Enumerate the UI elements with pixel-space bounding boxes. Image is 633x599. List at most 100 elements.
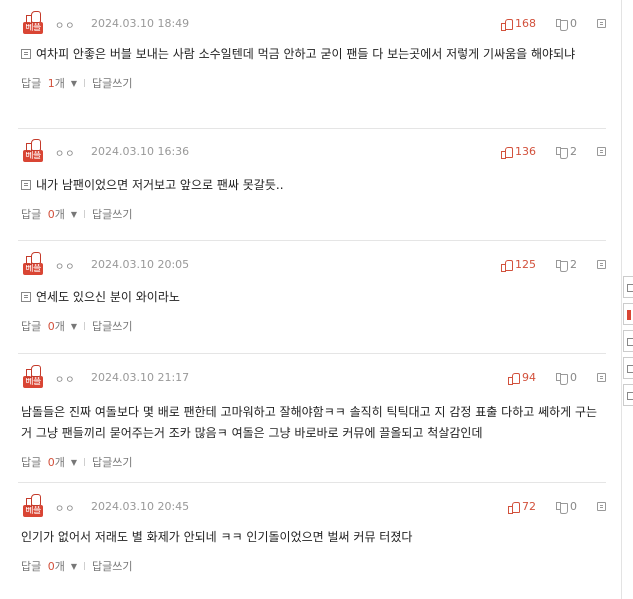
- best-badge: 베플: [21, 364, 45, 388]
- upvote-count: 125: [515, 258, 536, 271]
- comment-footer: 답글 0개 ▼ 답글쓰기: [18, 308, 606, 344]
- reply-count: 1: [47, 77, 55, 90]
- report-icon[interactable]: [597, 147, 606, 156]
- report-icon[interactable]: [597, 502, 606, 511]
- side-button-active[interactable]: [623, 303, 633, 325]
- document-icon: [21, 180, 31, 190]
- author-nick[interactable]: ㅇㅇ: [55, 17, 75, 32]
- divider: [84, 458, 86, 466]
- reply-label: 답글: [21, 77, 42, 90]
- reply-label: 답글: [21, 208, 42, 221]
- write-reply-button[interactable]: 답글쓰기: [92, 75, 132, 91]
- thumbs-down-icon: [556, 18, 568, 31]
- comment-header: 베플 ㅇㅇ 2024.03.10 21:17 94 0: [18, 356, 606, 388]
- divider: [84, 562, 86, 570]
- upvote-count: 168: [515, 17, 536, 30]
- comment-body: 남돌들은 진짜 여돌보다 몇 배로 팬한테 고마워하고 잘해야함ㅋㅋ 솔직히 틱…: [18, 402, 606, 444]
- comment-text: 연세도 있으신 분이 와이라노: [36, 290, 180, 304]
- downvote-button[interactable]: 0: [556, 500, 577, 514]
- best-badge: 베플: [21, 493, 45, 517]
- downvote-count: 0: [570, 371, 577, 384]
- downvote-button[interactable]: 0: [556, 17, 577, 31]
- comment-date: 2024.03.10 20:45: [91, 500, 190, 513]
- best-badge: 베플: [21, 10, 45, 34]
- comment-text: 남돌들은 진짜 여돌보다 몇 배로 팬한테 고마워하고 잘해야함ㅋㅋ 솔직히 틱…: [21, 405, 598, 440]
- reply-count: 0: [47, 320, 55, 333]
- downvote-count: 2: [570, 145, 577, 158]
- comment-footer: 답글 0개 ▼ 답글쓰기: [18, 196, 606, 232]
- comment-text: 내가 남팬이었으면 저거보고 앞으로 팬싸 못갈듯..: [36, 178, 284, 192]
- author-nick[interactable]: ㅇㅇ: [55, 258, 75, 273]
- comment-body: 내가 남팬이었으면 저거보고 앞으로 팬싸 못갈듯..: [18, 175, 606, 196]
- caret-down-icon[interactable]: ▼: [71, 79, 77, 88]
- downvote-button[interactable]: 2: [556, 145, 577, 159]
- caret-down-icon[interactable]: ▼: [71, 322, 77, 331]
- thumbs-up-icon: [508, 501, 520, 514]
- upvote-button[interactable]: 168: [501, 17, 536, 31]
- side-button[interactable]: [623, 276, 633, 298]
- comment-text: 여차피 안좋은 버블 보내는 사람 소수일텐데 먹금 안하고 굳이 팬들 다 보…: [36, 47, 576, 61]
- report-icon[interactable]: [597, 19, 606, 28]
- best-badge: 베플: [21, 138, 45, 162]
- comment-header: 베플 ㅇㅇ 2024.03.10 16:36 136 2: [18, 130, 606, 162]
- comment-footer: 답글 0개 ▼ 답글쓰기: [18, 444, 606, 480]
- caret-down-icon[interactable]: ▼: [71, 458, 77, 467]
- comment-text: 인기가 없어서 저래도 별 화제가 안되네 ㅋㅋ 인기돌이었으면 벌써 커뮤 터…: [21, 530, 413, 544]
- reply-label: 답글: [21, 560, 42, 573]
- reply-toggle[interactable]: 답글 0개: [21, 558, 65, 574]
- upvote-count: 136: [515, 145, 536, 158]
- reply-count: 0: [47, 560, 55, 573]
- comment-footer: 답글 0개 ▼ 답글쓰기: [18, 548, 606, 584]
- reply-toggle[interactable]: 답글 0개: [21, 206, 65, 222]
- comment-item: 베플 ㅇㅇ 2024.03.10 16:36 136 2 내가 남팬이었으면 저…: [18, 130, 606, 241]
- thumbs-up-icon: [501, 18, 513, 31]
- comment-date: 2024.03.10 16:36: [91, 145, 190, 158]
- write-reply-button[interactable]: 답글쓰기: [92, 206, 132, 222]
- upvote-button[interactable]: 125: [501, 258, 536, 272]
- downvote-count: 2: [570, 258, 577, 271]
- reply-count-suffix: 개: [54, 560, 65, 573]
- divider: [84, 79, 86, 87]
- reply-count-suffix: 개: [54, 77, 65, 90]
- reply-toggle[interactable]: 답글 0개: [21, 318, 65, 334]
- write-reply-button[interactable]: 답글쓰기: [92, 558, 132, 574]
- reply-count-suffix: 개: [54, 456, 65, 469]
- downvote-button[interactable]: 2: [556, 258, 577, 272]
- caret-down-icon[interactable]: ▼: [71, 562, 77, 571]
- reply-toggle[interactable]: 답글 0개: [21, 454, 65, 470]
- report-icon[interactable]: [597, 373, 606, 382]
- comment-date: 2024.03.10 21:17: [91, 371, 190, 384]
- comment-header: 베플 ㅇㅇ 2024.03.10 18:49 168 0: [18, 2, 606, 34]
- comment-item: 베플 ㅇㅇ 2024.03.10 21:17 94 0 남돌들은 진짜 여돌보다…: [18, 356, 606, 483]
- comment-header: 베플 ㅇㅇ 2024.03.10 20:05 125 2: [18, 243, 606, 275]
- upvote-count: 72: [522, 500, 536, 513]
- upvote-button[interactable]: 72: [508, 500, 536, 514]
- reply-count: 0: [47, 208, 55, 221]
- author-nick[interactable]: ㅇㅇ: [55, 145, 75, 160]
- upvote-button[interactable]: 136: [501, 145, 536, 159]
- side-button[interactable]: [623, 384, 633, 406]
- side-button[interactable]: [623, 330, 633, 352]
- thumbs-up-icon: [508, 372, 520, 385]
- reply-count-suffix: 개: [54, 208, 65, 221]
- downvote-count: 0: [570, 17, 577, 30]
- comment-section: 베플 ㅇㅇ 2024.03.10 18:49 168 0 여차피 안좋은 버블 …: [0, 0, 633, 599]
- thumbs-down-icon: [556, 259, 568, 272]
- caret-down-icon[interactable]: ▼: [71, 210, 77, 219]
- report-icon[interactable]: [597, 260, 606, 269]
- thumbs-down-icon: [556, 146, 568, 159]
- write-reply-button[interactable]: 답글쓰기: [92, 318, 132, 334]
- divider: [84, 322, 86, 330]
- author-nick[interactable]: ㅇㅇ: [55, 500, 75, 515]
- downvote-button[interactable]: 0: [556, 371, 577, 385]
- divider: [84, 210, 86, 218]
- document-icon: [21, 49, 31, 59]
- upvote-button[interactable]: 94: [508, 371, 536, 385]
- comment-list: 베플 ㅇㅇ 2024.03.10 18:49 168 0 여차피 안좋은 버블 …: [0, 0, 622, 599]
- author-nick[interactable]: ㅇㅇ: [55, 371, 75, 386]
- write-reply-button[interactable]: 답글쓰기: [92, 454, 132, 470]
- comment-body: 여차피 안좋은 버블 보내는 사람 소수일텐데 먹금 안하고 굳이 팬들 다 보…: [18, 44, 606, 65]
- side-toolbar: [623, 276, 633, 411]
- side-button[interactable]: [623, 357, 633, 379]
- reply-toggle[interactable]: 답글 1개: [21, 75, 65, 91]
